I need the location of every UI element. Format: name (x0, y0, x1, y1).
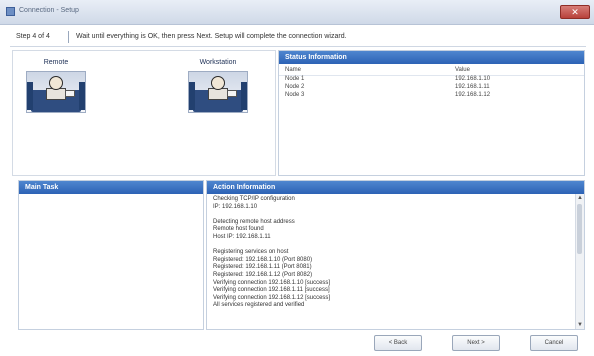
scroll-down-icon[interactable]: ▼ (576, 321, 584, 329)
log-line: IP: 192.168.1.10 (213, 203, 258, 210)
table-row[interactable]: Node 1 192.168.1.10 (279, 76, 584, 84)
log-line: All services registered and verified (213, 302, 305, 309)
workstation-card-label: Workstation (199, 59, 237, 66)
column-header: Value (455, 67, 470, 73)
task-panel: Main Task (18, 180, 204, 330)
log-panel: Action Information Checking TCP/IP confi… (206, 180, 585, 330)
table-cell: 192.168.1.11 (455, 84, 490, 90)
table-cell: Node 3 (285, 92, 305, 98)
log-scrollbar[interactable]: ▲ ▼ (575, 194, 584, 329)
cancel-button[interactable]: Cancel (530, 335, 578, 351)
close-button[interactable]: ✕ (560, 5, 590, 19)
table-cell: Node 1 (285, 76, 305, 82)
app-icon (6, 7, 15, 16)
log-panel-header: Action Information (207, 181, 584, 194)
computer-user-icon (188, 71, 248, 113)
remote-card[interactable]: Remote (26, 59, 86, 113)
scroll-thumb[interactable] (577, 204, 582, 254)
workstation-card[interactable]: Workstation (188, 59, 248, 113)
log-line: Detecting remote host address (213, 218, 295, 225)
computer-user-icon (26, 71, 86, 113)
toolbar-divider (68, 31, 69, 43)
log-line: Checking TCP/IP configuration (213, 196, 295, 202)
table-header-row: Name Value (279, 67, 584, 76)
next-button[interactable]: Next > (452, 335, 500, 351)
connection-diagram: Remote Workstation (12, 50, 276, 176)
window-title: Connection - Setup (19, 7, 79, 14)
log-line: Registering services on host (213, 249, 289, 256)
task-panel-header: Main Task (19, 181, 203, 194)
table-row[interactable]: Node 3 192.168.1.12 (279, 92, 584, 100)
status-panel: Status Information Name Value Node 1 192… (278, 50, 585, 176)
back-button[interactable]: < Back (374, 335, 422, 351)
step-label: Step 4 of 4 (16, 33, 50, 40)
log-output: Checking TCP/IP configuration IP: 192.168… (213, 196, 569, 329)
log-line: Remote host found (213, 226, 264, 233)
status-table: Name Value Node 1 192.168.1.10 Node 2 19… (279, 67, 584, 100)
log-line: Registered: 192.168.1.12 (Port 8082) (213, 271, 313, 278)
instruction-bar: Step 4 of 4 Wait until everything is OK,… (10, 28, 586, 47)
log-line: Registered: 192.168.1.10 (Port 8080) (213, 256, 313, 263)
log-line: Verifying connection 192.168.1.10 [succe… (213, 279, 331, 286)
instruction-text: Wait until everything is OK, then press … (76, 33, 347, 40)
table-row[interactable]: Node 2 192.168.1.11 (279, 84, 584, 92)
table-cell: 192.168.1.12 (455, 92, 491, 98)
log-line: Verifying connection 192.168.1.12 [succe… (213, 294, 331, 301)
log-line: Verifying connection 192.168.1.11 [succe… (213, 287, 330, 294)
table-cell: Node 2 (285, 84, 305, 90)
remote-card-label: Remote (43, 59, 69, 66)
log-line: Host IP: 192.168.1.11 (213, 233, 271, 240)
scroll-up-icon[interactable]: ▲ (576, 194, 584, 202)
window-titlebar: Connection - Setup ✕ (0, 0, 594, 25)
log-line: Registered: 192.168.1.11 (Port 8081) (213, 264, 312, 271)
table-cell: 192.168.1.10 (455, 76, 491, 82)
status-panel-header: Status Information (279, 51, 584, 64)
column-header: Name (285, 67, 302, 73)
